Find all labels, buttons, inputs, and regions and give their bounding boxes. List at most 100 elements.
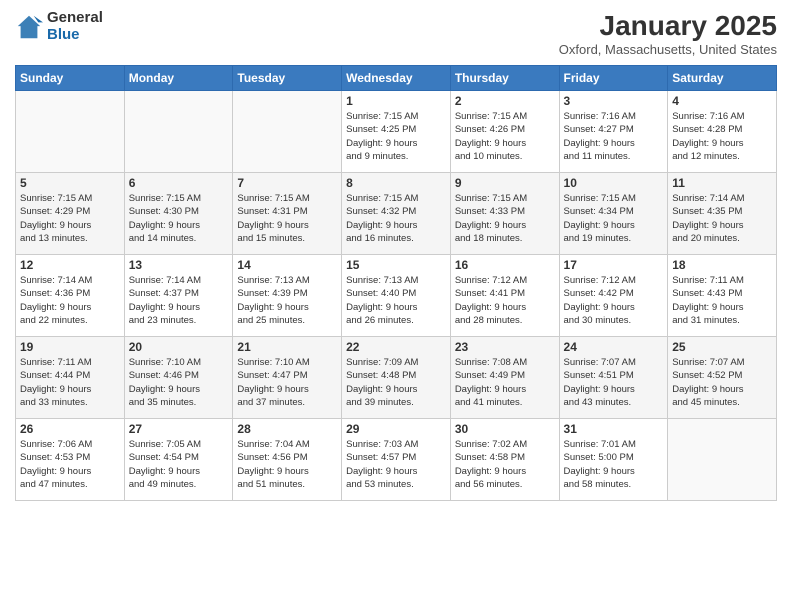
day-number: 26 [20,422,120,436]
day-info: Sunrise: 7:12 AM Sunset: 4:42 PM Dayligh… [564,274,664,327]
day-number: 22 [346,340,446,354]
day-info: Sunrise: 7:15 AM Sunset: 4:34 PM Dayligh… [564,192,664,245]
calendar-cell: 28 Sunrise: 7:04 AM Sunset: 4:56 PM Dayli… [233,419,342,501]
page: General Blue January 2025 Oxford, Massac… [0,0,792,612]
calendar-cell: 27Sunrise: 7:05 AM Sunset: 4:54 PM Dayli… [124,419,233,501]
weekday-header-row: SundayMondayTuesdayWednesdayThursdayFrid… [16,66,777,91]
calendar-cell: 25 Sunrise: 7:07 AM Sunset: 4:52 PM Dayli… [668,337,777,419]
day-number: 3 [564,94,664,108]
weekday-header-saturday: Saturday [668,66,777,91]
logo-general-text: General [47,10,103,27]
weekday-header-tuesday: Tuesday [233,66,342,91]
calendar-table: SundayMondayTuesdayWednesdayThursdayFrid… [15,65,777,501]
calendar-body: 1Sunrise: 7:15 AM Sunset: 4:25 PM Daylig… [16,91,777,501]
calendar-cell: 1Sunrise: 7:15 AM Sunset: 4:25 PM Daylig… [342,91,451,173]
day-number: 19 [20,340,120,354]
week-row-0: 1Sunrise: 7:15 AM Sunset: 4:25 PM Daylig… [16,91,777,173]
day-number: 25 [672,340,772,354]
day-info: Sunrise: 7:09 AM Sunset: 4:48 PM Dayligh… [346,356,446,409]
day-info: Sunrise: 7:16 AM Sunset: 4:27 PM Dayligh… [564,110,664,163]
day-info: Sunrise: 7:07 AM Sunset: 4:51 PM Dayligh… [564,356,664,409]
day-info: Sunrise: 7:04 AM Sunset: 4:56 PM Dayligh… [237,438,337,491]
day-number: 29 [346,422,446,436]
header: General Blue January 2025 Oxford, Massac… [15,10,777,57]
calendar-cell [233,91,342,173]
day-info: Sunrise: 7:15 AM Sunset: 4:26 PM Dayligh… [455,110,555,163]
day-number: 12 [20,258,120,272]
day-number: 21 [237,340,337,354]
calendar-cell: 23Sunrise: 7:08 AM Sunset: 4:49 PM Dayli… [450,337,559,419]
calendar-cell: 16Sunrise: 7:12 AM Sunset: 4:41 PM Dayli… [450,255,559,337]
logo-area: General Blue [15,10,103,43]
calendar-cell: 4Sunrise: 7:16 AM Sunset: 4:28 PM Daylig… [668,91,777,173]
day-number: 11 [672,176,772,190]
calendar-cell: 26 Sunrise: 7:06 AM Sunset: 4:53 PM Dayli… [16,419,125,501]
calendar-cell [124,91,233,173]
day-number: 8 [346,176,446,190]
day-number: 7 [237,176,337,190]
day-number: 18 [672,258,772,272]
calendar-cell: 7 Sunrise: 7:15 AM Sunset: 4:31 PM Daylig… [233,173,342,255]
calendar-header: SundayMondayTuesdayWednesdayThursdayFrid… [16,66,777,91]
calendar-cell: 8 Sunrise: 7:15 AM Sunset: 4:32 PM Daylig… [342,173,451,255]
calendar-cell: 20 Sunrise: 7:10 AM Sunset: 4:46 PM Dayli… [124,337,233,419]
weekday-header-wednesday: Wednesday [342,66,451,91]
day-info: Sunrise: 7:15 AM Sunset: 4:32 PM Dayligh… [346,192,446,245]
day-number: 31 [564,422,664,436]
calendar-cell: 10Sunrise: 7:15 AM Sunset: 4:34 PM Dayli… [559,173,668,255]
calendar-cell: 21 Sunrise: 7:10 AM Sunset: 4:47 PM Dayli… [233,337,342,419]
day-number: 5 [20,176,120,190]
calendar-cell: 5 Sunrise: 7:15 AM Sunset: 4:29 PM Daylig… [16,173,125,255]
calendar-cell: 30Sunrise: 7:02 AM Sunset: 4:58 PM Dayli… [450,419,559,501]
day-number: 20 [129,340,229,354]
calendar-cell: 17 Sunrise: 7:12 AM Sunset: 4:42 PM Dayli… [559,255,668,337]
day-info: Sunrise: 7:08 AM Sunset: 4:49 PM Dayligh… [455,356,555,409]
weekday-header-friday: Friday [559,66,668,91]
day-number: 1 [346,94,446,108]
day-number: 14 [237,258,337,272]
weekday-header-monday: Monday [124,66,233,91]
day-info: Sunrise: 7:14 AM Sunset: 4:36 PM Dayligh… [20,274,120,327]
day-info: Sunrise: 7:13 AM Sunset: 4:39 PM Dayligh… [237,274,337,327]
calendar-cell: 22 Sunrise: 7:09 AM Sunset: 4:48 PM Dayli… [342,337,451,419]
weekday-header-thursday: Thursday [450,66,559,91]
day-info: Sunrise: 7:15 AM Sunset: 4:29 PM Dayligh… [20,192,120,245]
day-info: Sunrise: 7:02 AM Sunset: 4:58 PM Dayligh… [455,438,555,491]
calendar-cell [16,91,125,173]
day-info: Sunrise: 7:14 AM Sunset: 4:37 PM Dayligh… [129,274,229,327]
calendar-cell: 13 Sunrise: 7:14 AM Sunset: 4:37 PM Dayli… [124,255,233,337]
calendar-cell: 3 Sunrise: 7:16 AM Sunset: 4:27 PM Daylig… [559,91,668,173]
week-row-4: 26 Sunrise: 7:06 AM Sunset: 4:53 PM Dayli… [16,419,777,501]
week-row-3: 19Sunrise: 7:11 AM Sunset: 4:44 PM Dayli… [16,337,777,419]
logo-icon [15,13,43,41]
logo-blue-text: Blue [47,27,103,44]
day-info: Sunrise: 7:07 AM Sunset: 4:52 PM Dayligh… [672,356,772,409]
day-number: 28 [237,422,337,436]
calendar-cell: 19Sunrise: 7:11 AM Sunset: 4:44 PM Dayli… [16,337,125,419]
location-title: Oxford, Massachusetts, United States [559,42,777,57]
day-info: Sunrise: 7:15 AM Sunset: 4:30 PM Dayligh… [129,192,229,245]
calendar-cell [668,419,777,501]
calendar-cell: 31 Sunrise: 7:01 AM Sunset: 5:00 PM Dayli… [559,419,668,501]
day-info: Sunrise: 7:10 AM Sunset: 4:47 PM Dayligh… [237,356,337,409]
day-number: 9 [455,176,555,190]
day-info: Sunrise: 7:15 AM Sunset: 4:31 PM Dayligh… [237,192,337,245]
day-number: 13 [129,258,229,272]
day-info: Sunrise: 7:11 AM Sunset: 4:43 PM Dayligh… [672,274,772,327]
day-number: 24 [564,340,664,354]
day-info: Sunrise: 7:03 AM Sunset: 4:57 PM Dayligh… [346,438,446,491]
day-info: Sunrise: 7:10 AM Sunset: 4:46 PM Dayligh… [129,356,229,409]
day-number: 15 [346,258,446,272]
title-area: January 2025 Oxford, Massachusetts, Unit… [559,10,777,57]
calendar-cell: 15Sunrise: 7:13 AM Sunset: 4:40 PM Dayli… [342,255,451,337]
calendar-cell: 2Sunrise: 7:15 AM Sunset: 4:26 PM Daylig… [450,91,559,173]
week-row-1: 5 Sunrise: 7:15 AM Sunset: 4:29 PM Daylig… [16,173,777,255]
calendar-cell: 18 Sunrise: 7:11 AM Sunset: 4:43 PM Dayli… [668,255,777,337]
logo-text: General Blue [47,10,103,43]
calendar-cell: 9Sunrise: 7:15 AM Sunset: 4:33 PM Daylig… [450,173,559,255]
day-number: 17 [564,258,664,272]
day-info: Sunrise: 7:01 AM Sunset: 5:00 PM Dayligh… [564,438,664,491]
day-number: 6 [129,176,229,190]
week-row-2: 12 Sunrise: 7:14 AM Sunset: 4:36 PM Dayli… [16,255,777,337]
day-info: Sunrise: 7:06 AM Sunset: 4:53 PM Dayligh… [20,438,120,491]
